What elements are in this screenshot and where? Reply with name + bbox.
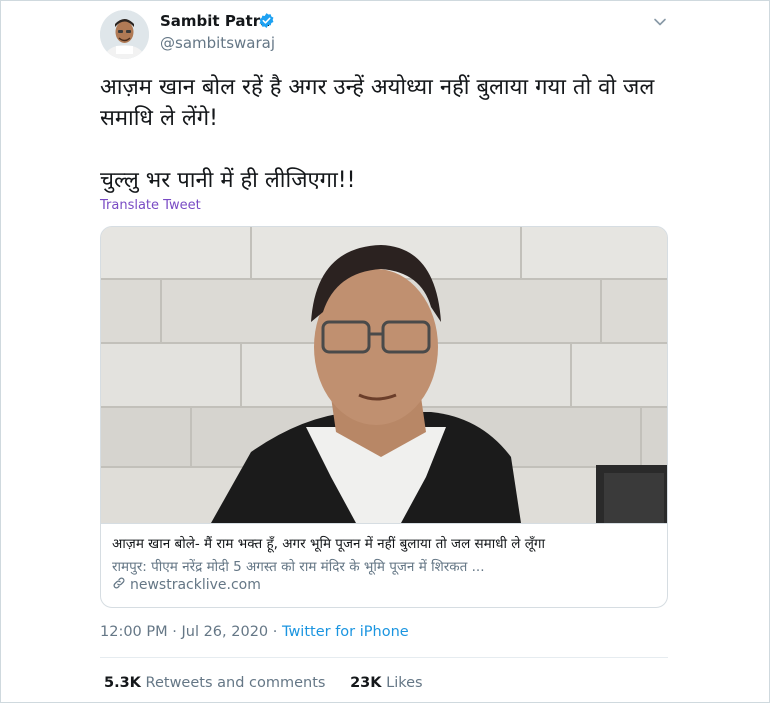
tweet: Sambit Patra @sambitswaraj आज़म खान बोल … bbox=[0, 0, 770, 703]
tweet-source-link[interactable]: Twitter for iPhone bbox=[282, 624, 409, 640]
tweet-meta: 12:00 PM · Jul 26, 2020 · Twitter for iP… bbox=[100, 624, 409, 640]
card-description: रामपुर: पीएम नरेंद्र मोदी 5 अगस्त को राम… bbox=[112, 559, 485, 575]
translate-tweet-link[interactable]: Translate Tweet bbox=[100, 198, 201, 213]
tweet-text: आज़म खान बोल रहें है अगर उन्हें अयोध्या … bbox=[100, 72, 670, 196]
card-body: आज़म खान बोले- मैं राम भक्त हूँ, अगर भूम… bbox=[101, 523, 667, 607]
tweet-line: चुल्लु भर पानी में ही लीजिएगा!! bbox=[100, 168, 356, 193]
author-handle[interactable]: @sambitswaraj bbox=[160, 34, 275, 52]
chevron-down-icon[interactable] bbox=[650, 12, 670, 32]
divider bbox=[100, 657, 668, 658]
link-icon bbox=[112, 576, 126, 594]
card-image bbox=[101, 227, 667, 523]
tweet-line: आज़म खान बोल रहें है अगर उन्हें अयोध्या … bbox=[100, 75, 655, 131]
card-domain-text: newstracklive.com bbox=[130, 577, 261, 593]
link-card[interactable]: आज़म खान बोले- मैं राम भक्त हूँ, अगर भूम… bbox=[100, 226, 668, 608]
retweets-label: Retweets and comments bbox=[145, 675, 326, 691]
likes-label: Likes bbox=[386, 675, 423, 691]
likes-stat[interactable]: 23K Likes bbox=[350, 675, 423, 691]
card-domain[interactable]: newstracklive.com bbox=[112, 576, 261, 594]
tweet-stats: 5.3K Retweets and comments 23K Likes bbox=[104, 675, 423, 691]
retweets-count: 5.3K bbox=[104, 675, 141, 691]
retweets-stat[interactable]: 5.3K Retweets and comments bbox=[104, 675, 325, 691]
tweet-timestamp[interactable]: 12:00 PM · Jul 26, 2020 bbox=[100, 624, 268, 640]
avatar[interactable] bbox=[100, 10, 149, 59]
likes-count: 23K bbox=[350, 675, 382, 691]
tweet-header: Sambit Patra @sambitswaraj bbox=[100, 8, 670, 60]
card-title[interactable]: आज़म खान बोले- मैं राम भक्त हूँ, अगर भूम… bbox=[112, 534, 545, 552]
author-name[interactable]: Sambit Patra bbox=[160, 12, 270, 30]
meta-separator: · bbox=[268, 624, 282, 640]
verified-badge-icon bbox=[258, 12, 275, 29]
